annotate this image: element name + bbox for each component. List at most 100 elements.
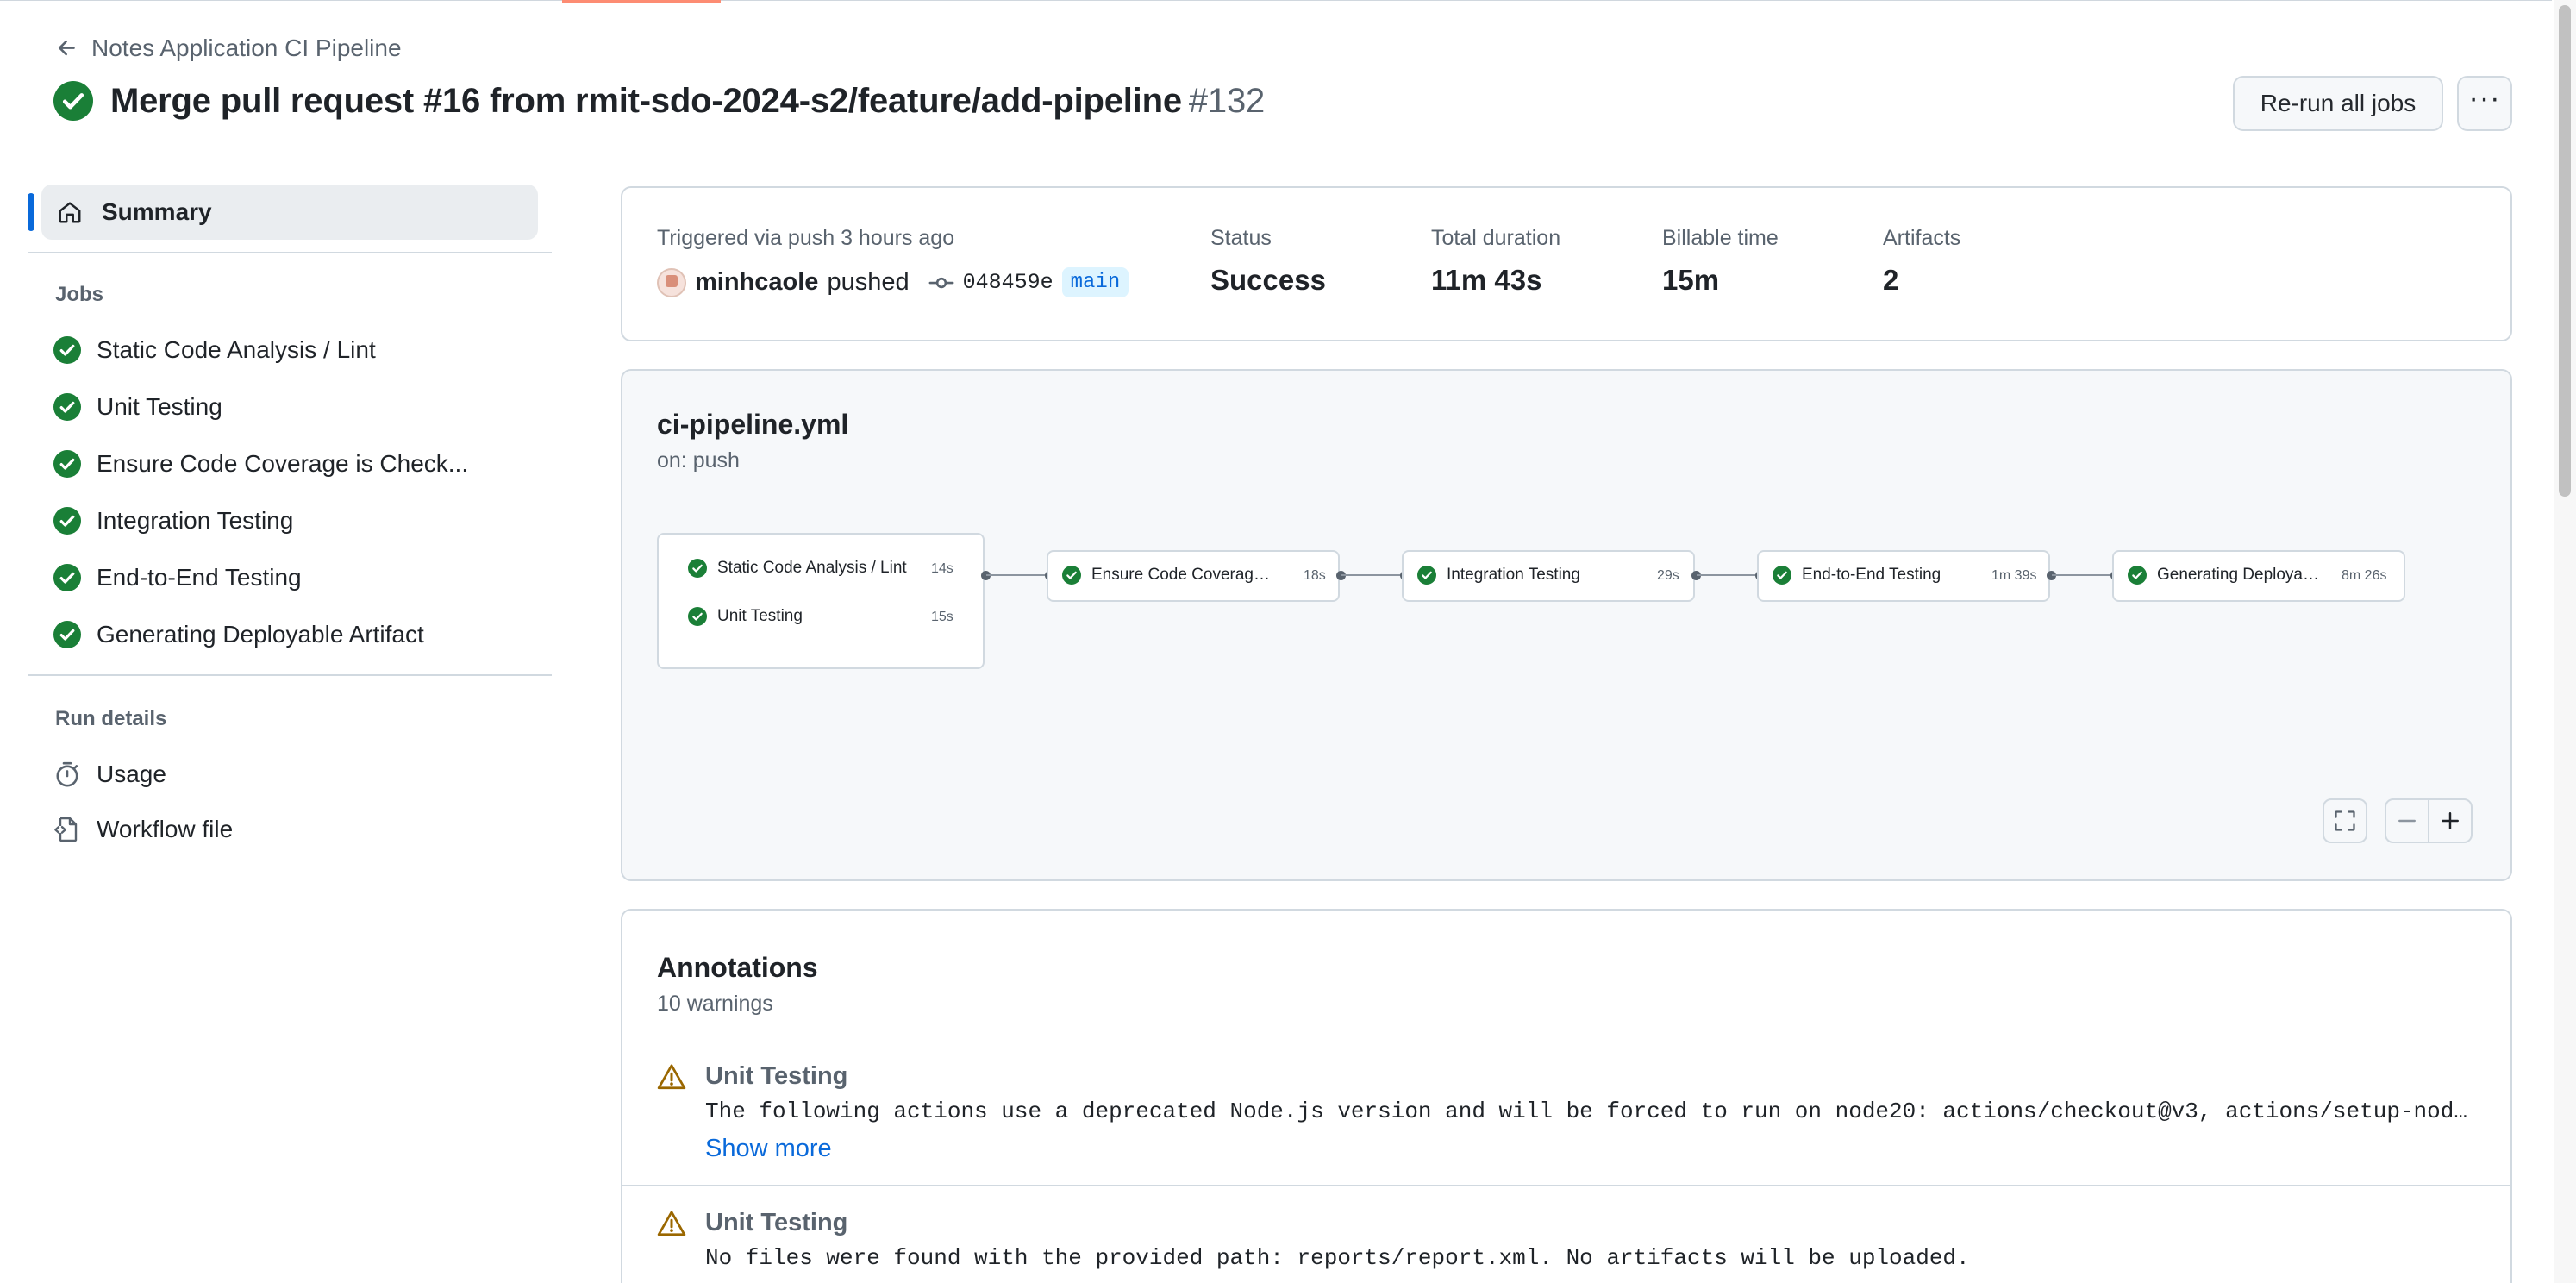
duration-value[interactable]: 11m 43s: [1431, 264, 1541, 297]
avatar[interactable]: [657, 267, 686, 297]
file-code-icon: [54, 817, 78, 842]
check-circle-icon: [53, 336, 81, 364]
sidebar-job-lint[interactable]: Static Code Analysis / Lint: [53, 333, 376, 367]
billable-label: Billable time: [1662, 226, 1779, 250]
billable-value[interactable]: 15m: [1662, 264, 1719, 297]
user-name[interactable]: minhcaole: [695, 268, 818, 297]
artifacts-label: Artifacts: [1883, 226, 1961, 250]
sidebar-job-label: Integration Testing: [97, 507, 294, 534]
top-border: [0, 0, 2552, 1]
check-circle-icon: [53, 621, 81, 648]
run-details-heading: Run details: [55, 707, 167, 730]
back-link-label: Notes Application CI Pipeline: [91, 34, 402, 61]
rerun-all-jobs-button[interactable]: Re-run all jobs: [2233, 76, 2443, 131]
sidebar-job-label: Generating Deployable Artifact: [97, 621, 424, 648]
back-to-workflow-link[interactable]: Notes Application CI Pipeline: [55, 34, 402, 62]
sidebar-job-integration-testing[interactable]: Integration Testing: [53, 504, 293, 538]
page-scrollbar-thumb[interactable]: [2559, 5, 2571, 497]
job-group-box: [657, 533, 985, 669]
run-title: Merge pull request #16 from rmit-sdo-202…: [110, 81, 1266, 120]
active-tab-indicator: [562, 0, 721, 3]
sidebar-item-summary[interactable]: Summary: [41, 185, 538, 240]
check-circle-icon: [1417, 566, 1436, 585]
sidebar-item-label: Workflow file: [97, 816, 234, 842]
sidebar-job-unit-testing[interactable]: Unit Testing: [53, 390, 222, 424]
sidebar-item-label: Usage: [97, 760, 166, 787]
check-circle-icon: [53, 393, 81, 421]
push-action: pushed: [827, 268, 910, 296]
alert-icon: [657, 1064, 686, 1090]
plus-icon: [2442, 812, 2459, 829]
annotation-item: Unit Testing The following actions use a…: [657, 1062, 2478, 1174]
connector-line: [1697, 574, 1757, 576]
sidebar-item-workflow-file[interactable]: Workflow file: [53, 812, 233, 847]
graph-job-name: Ensure Code Coverage is ...: [1091, 566, 1278, 584]
annotation-job-link[interactable]: Unit Testing: [705, 1062, 847, 1091]
sidebar-job-deployable-artifact[interactable]: Generating Deployable Artifact: [53, 617, 424, 652]
graph-job-time: 29s: [1657, 568, 1679, 583]
graph-job-name: Unit Testing: [717, 607, 803, 625]
sidebar-job-label: Static Code Analysis / Lint: [97, 336, 376, 363]
sidebar-item-label: Summary: [102, 198, 212, 225]
fullscreen-button[interactable]: [2323, 798, 2367, 843]
workflow-graph-card: ci-pipeline.yml on: push Static Code Ana…: [621, 369, 2512, 881]
sidebar-job-label: Unit Testing: [97, 393, 222, 420]
graph-job-name: End-to-End Testing: [1802, 566, 1941, 584]
sidebar-job-code-coverage[interactable]: Ensure Code Coverage is Check...: [53, 447, 468, 481]
annotations-card: Annotations 10 warnings Unit Testing The…: [621, 909, 2512, 1283]
graph-job-row: Generating Deployable...: [2128, 566, 2328, 585]
graph-job-time: 1m 39s: [1991, 568, 2037, 583]
check-circle-icon: [53, 450, 81, 478]
artifacts-value[interactable]: 2: [1883, 264, 1898, 297]
home-icon: [59, 202, 81, 223]
trigger-row: minhcaole pushed 048459e main: [657, 267, 1129, 297]
graph-job-name: Integration Testing: [1447, 566, 1580, 584]
status-label: Status: [1210, 226, 1272, 250]
sidebar-divider: [28, 674, 552, 676]
sidebar-item-usage[interactable]: Usage: [53, 757, 166, 792]
commit-sha[interactable]: 048459e: [963, 270, 1054, 295]
graph-job-time: 8m 26s: [2342, 568, 2387, 583]
arrow-left-icon: [58, 40, 75, 56]
graph-job-name: Static Code Analysis / Lint: [717, 559, 907, 577]
more-options-button[interactable]: ···: [2457, 76, 2512, 131]
check-circle-icon: [1773, 566, 1791, 585]
dash-icon: [2398, 819, 2416, 823]
git-commit-icon: [928, 277, 954, 288]
annotation-job-link[interactable]: Unit Testing: [705, 1209, 847, 1237]
run-number: #132: [1188, 81, 1266, 120]
trigger-text: Triggered via push 3 hours ago: [657, 226, 955, 250]
graph-job-name: Generating Deployable...: [2157, 566, 2328, 584]
check-circle-icon: [688, 559, 707, 578]
graph-job-unit-testing[interactable]: Unit Testing: [688, 607, 964, 626]
check-circle-icon: [1062, 566, 1081, 585]
annotation-message: The following actions use a deprecated N…: [705, 1098, 2478, 1124]
run-summary-card: Triggered via push 3 hours ago minhcaole…: [621, 186, 2512, 341]
graph-job-time: 14s: [931, 561, 953, 576]
zoom-out-button[interactable]: [2385, 798, 2429, 843]
graph-job-lint[interactable]: Static Code Analysis / Lint: [688, 559, 964, 578]
duration-label: Total duration: [1431, 226, 1561, 250]
branch-badge[interactable]: main: [1061, 267, 1129, 297]
annotation-item: Unit Testing No files were found with th…: [657, 1209, 2478, 1283]
alert-icon: [657, 1211, 686, 1236]
check-circle-icon: [688, 607, 707, 626]
graph-job-row: Integration Testing: [1417, 566, 1633, 585]
connector-line: [1341, 574, 1402, 576]
check-circle-icon: [53, 81, 93, 121]
sidebar-job-label: Ensure Code Coverage is Check...: [97, 450, 469, 477]
selected-indicator: [28, 193, 34, 231]
connector-line: [986, 574, 1047, 576]
show-more-link[interactable]: Show more: [705, 1135, 832, 1163]
workflow-file-name[interactable]: ci-pipeline.yml: [657, 409, 848, 441]
graph-job-row: End-to-End Testing: [1773, 566, 1962, 585]
workflow-trigger: on: push: [657, 448, 740, 473]
sidebar-job-label: End-to-End Testing: [97, 564, 302, 591]
check-circle-icon: [2128, 566, 2147, 585]
annotation-message: No files were found with the provided pa…: [705, 1245, 1970, 1271]
status-value: Success: [1210, 264, 1326, 296]
sidebar-job-e2e-testing[interactable]: End-to-End Testing: [53, 560, 302, 595]
zoom-in-button[interactable]: [2428, 798, 2473, 843]
stopwatch-icon: [56, 761, 78, 787]
annotation-divider: [622, 1185, 2510, 1186]
